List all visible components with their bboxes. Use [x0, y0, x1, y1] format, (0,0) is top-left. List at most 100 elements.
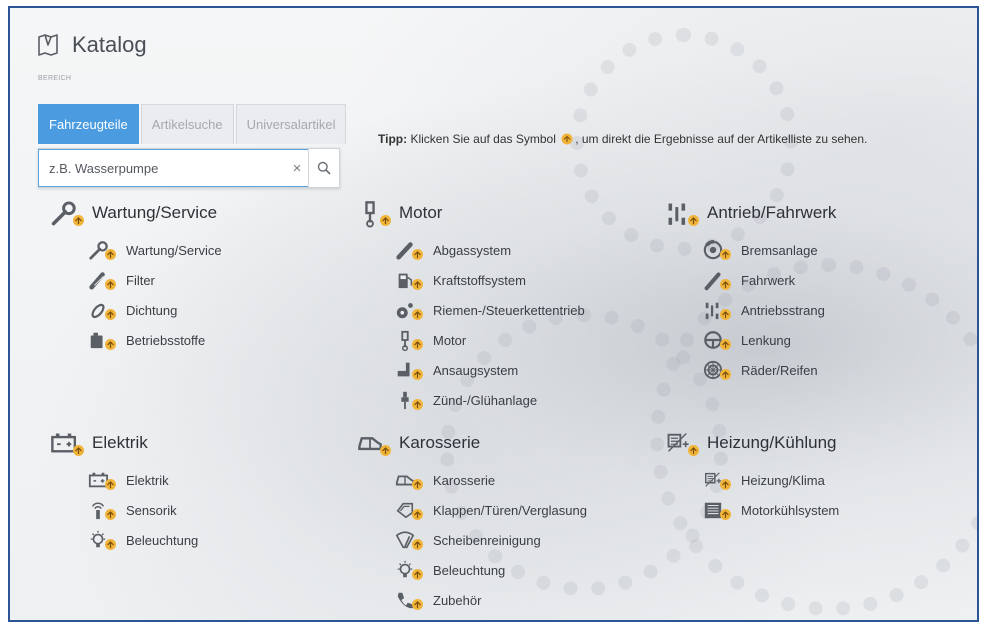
drivetrain-icon — [705, 302, 731, 320]
engine-icon — [365, 201, 391, 228]
fuel-pump-icon — [398, 273, 423, 290]
category-item-label: Heizung/Klima — [741, 472, 825, 488]
category-item-label: Abgassystem — [433, 242, 512, 258]
category-item-label: Zünd-/Glühanlage — [433, 392, 538, 408]
category-item[interactable]: Beleuchtung — [395, 555, 587, 585]
accessory-icon — [397, 592, 423, 610]
search-box: × — [38, 148, 340, 188]
category-item-label: Beleuchtung — [433, 562, 506, 578]
category-title: Antrieb/Fahrwerk — [707, 203, 837, 222]
filter-icon — [89, 272, 116, 290]
category-item[interactable]: Riemen-/Steuerkettentrieb — [395, 295, 585, 325]
tip-text-before: Klicken Sie auf das Symbol — [410, 132, 556, 146]
category-item[interactable]: Wartung/Service — [88, 235, 222, 265]
category-item[interactable]: Antriebsstrang — [703, 295, 836, 325]
category-item[interactable]: Zubehör — [395, 585, 587, 615]
battery-icon — [51, 433, 84, 456]
category-item[interactable]: Betriebsstoffe — [88, 325, 222, 355]
clear-search-button[interactable]: × — [286, 149, 308, 187]
category-item[interactable]: Ansaugsystem — [395, 355, 585, 385]
category-antrieb-fahrwerk: Antrieb/Fahrwerk Bremsanlage Fahrwerk Antri… — [665, 198, 836, 385]
category-item-label: Wartung/Service — [126, 242, 222, 258]
category-item[interactable]: Motor — [395, 325, 585, 355]
category-item-label: Zubehör — [433, 592, 482, 608]
search-button[interactable] — [308, 149, 339, 187]
category-item-label: Räder/Reifen — [741, 362, 818, 378]
category-item-label: Motorkühlsystem — [741, 502, 840, 518]
category-item-label: Filter — [126, 272, 155, 288]
engine-icon — [401, 330, 423, 352]
category-header[interactable]: Heizung/Kühlung — [665, 428, 839, 458]
tab-fahrzeugteile[interactable]: Fahrzeugteile — [38, 104, 139, 144]
category-item-list: Elektrik Sensorik Beleuchtung — [88, 465, 198, 555]
tab-universalartikel[interactable]: Universalartikel — [235, 104, 347, 144]
category-item-label: Ansaugsystem — [433, 362, 519, 378]
category-item[interactable]: Beleuchtung — [88, 525, 198, 555]
category-item-label: Dichtung — [126, 302, 178, 318]
wiper-icon — [395, 531, 423, 550]
wrench-icon — [89, 241, 116, 260]
intake-icon — [397, 362, 423, 380]
category-item[interactable]: Motorkühlsystem — [703, 495, 839, 525]
category-wartung-service: Wartung/Service Wartung/Service Filter Dich… — [50, 198, 222, 355]
sensor-icon — [91, 502, 116, 520]
category-header[interactable]: Motor — [357, 198, 585, 228]
category-item-list: Abgassystem Kraftstoffsystem Riemen-/Steue… — [395, 235, 585, 415]
spark-plug-icon — [401, 391, 423, 410]
search-tabs: Fahrzeugteile Artikelsuche Universalartike… — [38, 104, 348, 144]
category-item[interactable]: Sensorik — [88, 495, 198, 525]
category-elektrik: Elektrik Elektrik Sensorik Beleuchtung — [50, 428, 198, 555]
brake-disc-icon — [703, 240, 731, 260]
category-karosserie: Karosserie Karosserie Klappen/Türen/Vergla… — [357, 428, 587, 615]
catalog-icon — [38, 34, 58, 56]
category-item[interactable]: Lenkung — [703, 325, 836, 355]
category-item[interactable]: Abgassystem — [395, 235, 585, 265]
category-item[interactable]: Fahrwerk — [703, 265, 836, 295]
category-item[interactable]: Bremsanlage — [703, 235, 836, 265]
tab-artikelsuche[interactable]: Artikelsuche — [140, 104, 234, 144]
category-item[interactable]: Räder/Reifen — [703, 355, 836, 385]
category-item-label: Karosserie — [433, 472, 496, 488]
category-item[interactable]: Scheibenreinigung — [395, 525, 587, 555]
category-item[interactable]: Heizung/Klima — [703, 465, 839, 495]
wrench-icon — [51, 201, 84, 226]
category-item-label: Lenkung — [741, 332, 791, 348]
category-header[interactable]: Wartung/Service — [50, 198, 222, 228]
battery-icon — [88, 472, 116, 490]
category-item[interactable]: Zünd-/Glühanlage — [395, 385, 585, 415]
catalog-panel: Katalog BEREICH Fahrzeugteile Artikelsuch… — [8, 6, 979, 622]
category-item-list: Karosserie Klappen/Türen/Verglasung Scheib… — [395, 465, 587, 615]
category-header[interactable]: Antrieb/Fahrwerk — [665, 198, 836, 228]
category-header[interactable]: Karosserie — [357, 428, 587, 458]
category-item-label: Motor — [433, 332, 467, 348]
bulb-icon — [90, 530, 116, 550]
steering-wheel-icon — [704, 331, 731, 350]
category-item-label: Scheibenreinigung — [433, 532, 541, 548]
category-item-list: Wartung/Service Filter Dichtung Betriebssto… — [88, 235, 222, 355]
search-input[interactable] — [38, 149, 286, 187]
bulb-icon — [397, 560, 423, 580]
category-item[interactable]: Filter — [88, 265, 222, 295]
category-header[interactable]: Elektrik — [50, 428, 198, 458]
category-item-label: Klappen/Türen/Verglasung — [433, 502, 587, 518]
category-item-list: Heizung/Klima Motorkühlsystem — [703, 465, 839, 525]
category-item[interactable]: Elektrik — [88, 465, 198, 495]
category-item-label: Beleuchtung — [126, 532, 199, 548]
category-item[interactable]: Karosserie — [395, 465, 587, 495]
category-item[interactable]: Kraftstoffsystem — [395, 265, 585, 295]
category-item-list: Bremsanlage Fahrwerk Antriebsstrang Lenkung… — [703, 235, 836, 385]
car-body-icon — [395, 475, 423, 490]
oil-can-icon — [90, 332, 116, 350]
heating-icon — [667, 433, 699, 456]
category-heizung-k-hlung: Heizung/Kühlung Heizung/Klima Motorkühlsys… — [665, 428, 839, 525]
category-item[interactable]: Klappen/Türen/Verglasung — [395, 495, 587, 525]
category-item-label: Betriebsstoffe — [126, 332, 206, 348]
belt-drive-icon — [396, 303, 423, 320]
category-title: Heizung/Kühlung — [707, 433, 837, 452]
category-item[interactable]: Dichtung — [88, 295, 222, 325]
shock-absorber-icon — [704, 272, 731, 291]
category-item-label: Fahrwerk — [741, 272, 796, 288]
seal-icon — [91, 303, 116, 320]
category-item-label: Bremsanlage — [741, 242, 818, 258]
category-item-label: Elektrik — [126, 472, 169, 488]
